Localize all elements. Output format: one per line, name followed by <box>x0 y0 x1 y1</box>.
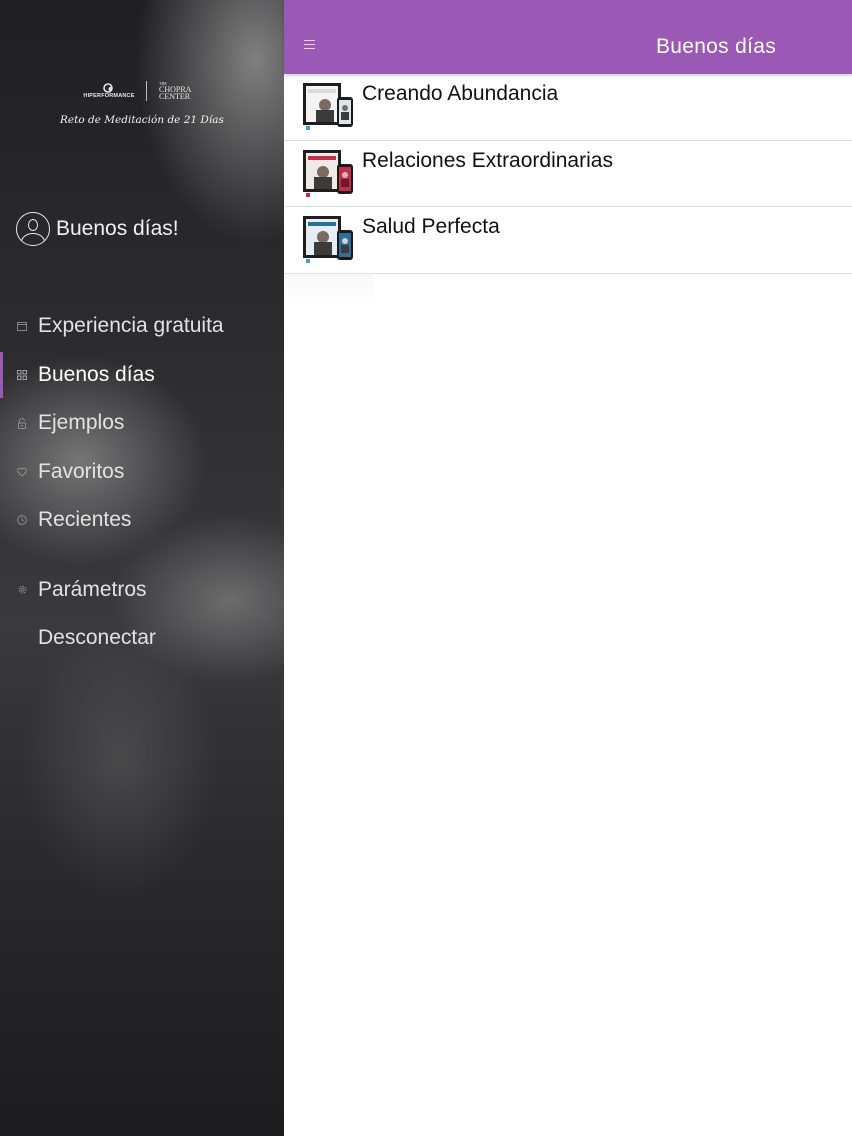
hamburger-icon[interactable] <box>304 40 315 49</box>
list-item-salud-perfecta[interactable]: Salud Perfecta <box>284 207 852 274</box>
hiperformance-mark-icon <box>103 83 113 93</box>
sidebar-item-desconectar[interactable]: Desconectar <box>0 614 284 663</box>
sidebar-item-label: Favoritos <box>38 459 125 483</box>
sidebar-item-recientes[interactable]: Recientes <box>0 496 284 545</box>
menu-separator <box>0 545 284 566</box>
page-title: Buenos días <box>655 35 776 58</box>
list-item-relaciones-extraordinarias[interactable]: Relaciones Extraordinarias <box>284 141 852 207</box>
sidebar-item-label: Experiencia gratuita <box>38 314 224 338</box>
list-end-shadow <box>284 273 374 303</box>
lock-open-icon <box>16 417 28 429</box>
list-item-title: Creando Abundancia <box>362 82 559 105</box>
sidebar-item-label: Ejemplos <box>38 411 125 435</box>
list-item-title: Relaciones Extraordinarias <box>362 148 613 172</box>
sidebar-item-experiencia-gratuita[interactable]: Experiencia gratuita <box>0 302 284 351</box>
profile-header[interactable]: Buenos días! <box>16 212 179 246</box>
sidebar-item-label: Desconectar <box>38 626 156 650</box>
program-list: Creando Abundancia Relaciones Extraordin… <box>284 74 852 274</box>
profile-greeting: Buenos días! <box>56 217 179 240</box>
sidebar-item-label: Parámetros <box>38 577 147 601</box>
sidebar-menu: Experiencia gratuita Buenos días Ejemplo… <box>0 302 284 663</box>
sidebar-item-buenos-dias[interactable]: Buenos días <box>0 351 284 400</box>
user-circle-icon <box>16 212 50 246</box>
sidebar-item-ejemplos[interactable]: Ejemplos <box>0 399 284 448</box>
calendar-icon <box>16 320 28 332</box>
grid-icon <box>16 369 28 381</box>
chopra-center-logo: THE CHOPRA CENTER <box>159 81 192 101</box>
sidebar-item-favoritos[interactable]: Favoritos <box>0 448 284 497</box>
sidebar-item-label: Buenos días <box>38 362 155 386</box>
list-item-title: Salud Perfecta <box>362 215 500 238</box>
list-item-creando-abundancia[interactable]: Creando Abundancia <box>284 74 852 141</box>
program-thumbnail <box>301 145 357 202</box>
brand-tagline: Reto de Meditación de 21 Días <box>60 114 224 126</box>
logout-icon <box>16 632 28 644</box>
program-thumbnail <box>301 79 357 135</box>
main-content: Buenos días Creando Abundancia Relacione… <box>284 0 852 1136</box>
top-app-bar: Buenos días <box>284 0 852 74</box>
hiperformance-logo: HIPERFORMANCE <box>83 83 135 99</box>
heart-icon <box>16 466 28 478</box>
sidebar-item-label: Recientes <box>38 508 132 532</box>
brand-logo: HIPERFORMANCE THE CHOPRA CENTER Reto de … <box>60 80 230 134</box>
sidebar-item-parametros[interactable]: Parámetros <box>0 566 284 615</box>
brand-divider <box>146 81 147 101</box>
clock-icon <box>16 514 28 526</box>
program-thumbnail <box>301 212 357 268</box>
sidebar: HIPERFORMANCE THE CHOPRA CENTER Reto de … <box>0 0 284 1136</box>
hiperformance-wordmark: HIPERFORMANCE <box>83 93 135 99</box>
gear-icon <box>16 584 28 596</box>
